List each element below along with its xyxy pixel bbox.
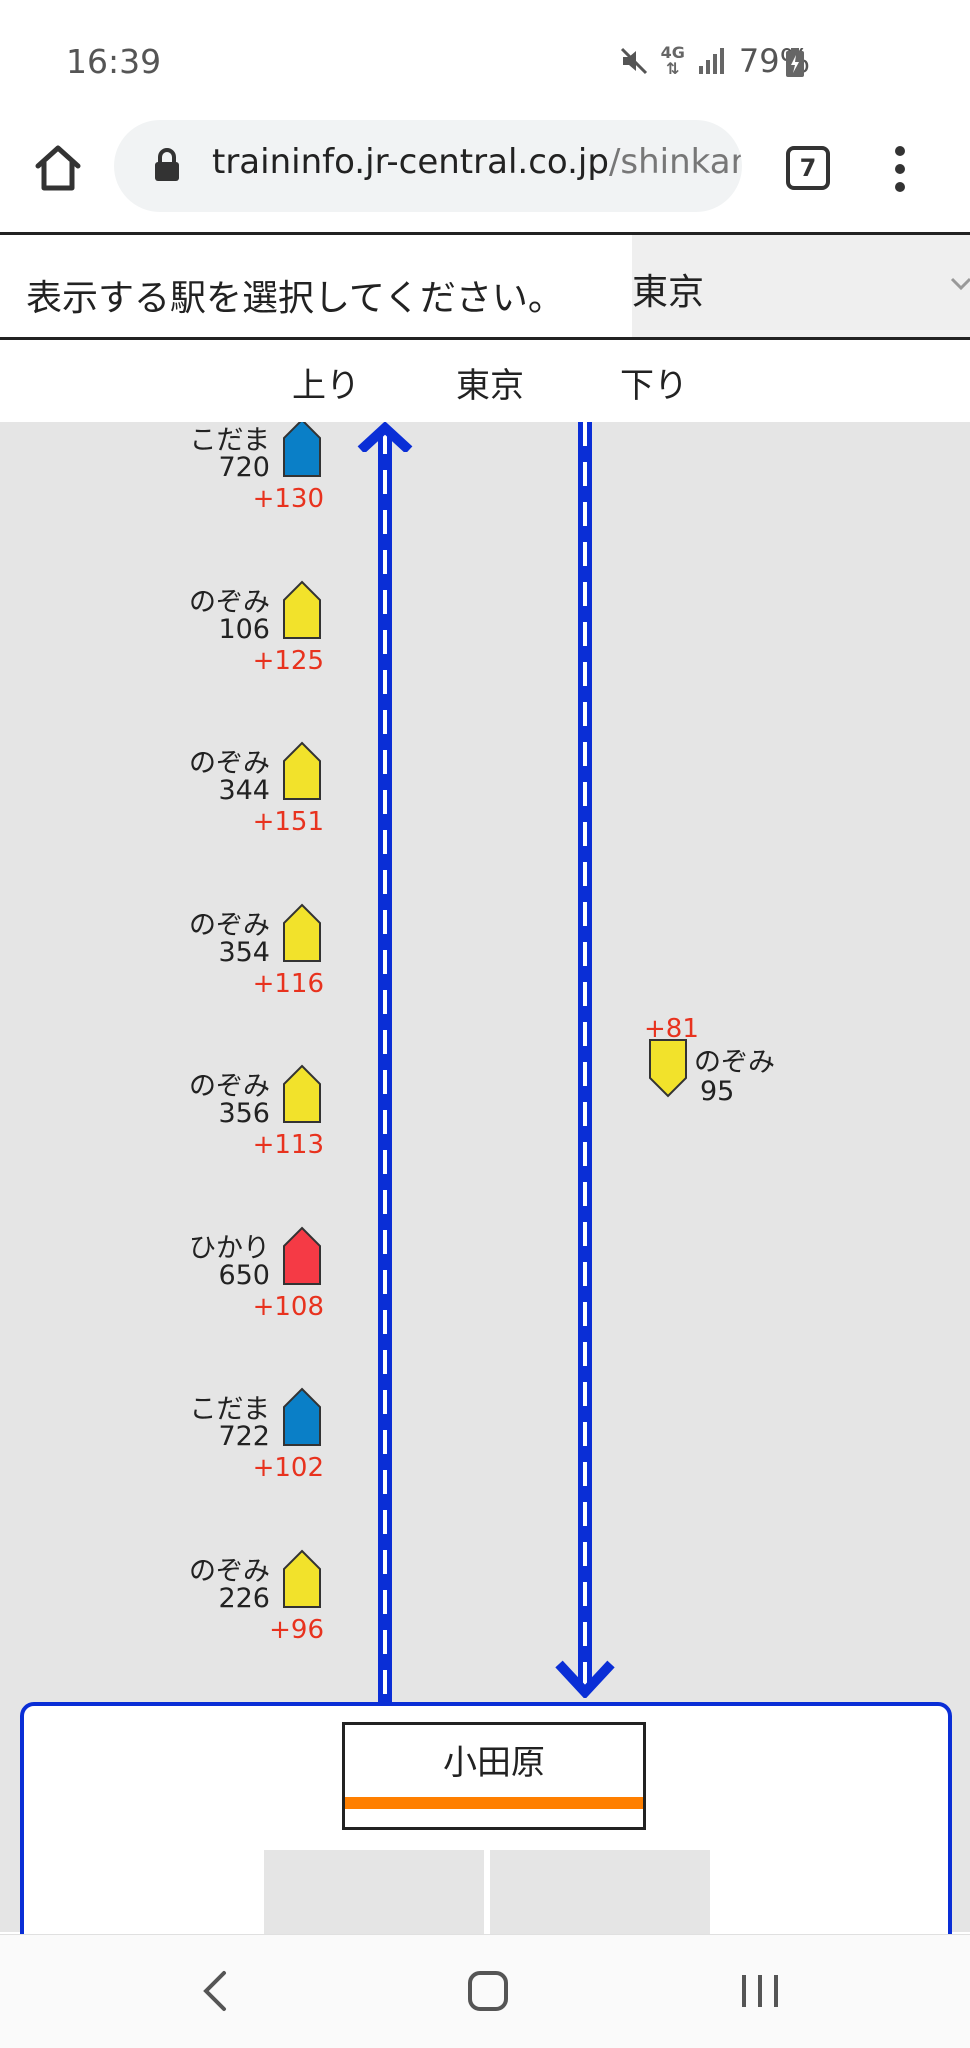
- signal-icon: [698, 48, 724, 74]
- station-select-row: 表示する駅を選択してください。 東京: [0, 232, 970, 340]
- nozomi-train-icon: [283, 741, 321, 800]
- recents-icon[interactable]: [730, 1961, 790, 2021]
- network-4g-icon: 4G ⇅: [660, 43, 685, 78]
- battery-charging-icon: [786, 48, 804, 77]
- home-icon[interactable]: [30, 140, 86, 196]
- train-marker-up[interactable]: こだま 722 +102: [184, 1387, 324, 1483]
- nozomi-train-icon: [283, 1064, 321, 1123]
- address-bar[interactable]: traininfo.jr-central.co.jp/shinkanse: [114, 120, 742, 212]
- train-number: 354: [218, 936, 270, 968]
- chevron-down-icon: [950, 277, 970, 291]
- nozomi-train-icon: [649, 1039, 687, 1098]
- train-delay: +125: [252, 645, 324, 676]
- train-marker-up[interactable]: ひかり 650 +108: [184, 1226, 324, 1322]
- home-nav-icon[interactable]: [458, 1961, 518, 2021]
- train-marker-up[interactable]: のぞみ 354 +116: [184, 903, 324, 999]
- train-delay: +116: [252, 968, 324, 999]
- train-number: 95: [700, 1076, 735, 1107]
- direction-header: 上り 東京 下り: [0, 340, 970, 422]
- kodama-train-icon: [283, 1387, 321, 1446]
- more-vert-icon[interactable]: [886, 144, 914, 194]
- up-arrow-icon: [357, 422, 413, 452]
- nozomi-train-icon: [283, 580, 321, 639]
- android-nav-bar: [0, 1934, 970, 2048]
- status-time: 16:39: [66, 42, 162, 81]
- train-marker-up[interactable]: こだま 720 +130: [184, 422, 324, 514]
- train-delay: +108: [252, 1291, 324, 1322]
- status-bar: 16:39 4G ⇅ 79%: [0, 0, 970, 120]
- train-delay: +96: [269, 1614, 324, 1645]
- train-delay: +130: [252, 484, 324, 514]
- direction-down-label: 下り: [620, 366, 688, 406]
- current-station-label: 東京: [456, 366, 524, 406]
- train-marker-up[interactable]: のぞみ 226 +96: [184, 1549, 324, 1645]
- train-number: 226: [218, 1582, 270, 1614]
- train-marker-up[interactable]: のぞみ 106 +125: [184, 580, 324, 676]
- train-delay: +113: [252, 1130, 324, 1160]
- lock-icon: [155, 148, 179, 181]
- kodama-train-icon: [283, 422, 321, 477]
- browser-toolbar: traininfo.jr-central.co.jp/shinkanse 7: [0, 120, 970, 232]
- url-path: /shinkanse: [608, 142, 742, 182]
- train-number: 722: [218, 1421, 270, 1452]
- tabs-icon[interactable]: 7: [786, 146, 830, 190]
- url-domain: traininfo.jr-central.co.jp: [212, 142, 609, 182]
- train-number: 106: [218, 613, 270, 645]
- url-text: traininfo.jr-central.co.jp/shinkanse: [212, 142, 742, 182]
- back-icon[interactable]: [186, 1961, 246, 2021]
- hikari-train-icon: [283, 1226, 321, 1285]
- select-prompt: 表示する駅を選択してください。: [26, 278, 564, 319]
- train-delay: +102: [252, 1453, 324, 1483]
- down-track: [578, 422, 592, 1684]
- train-marker-down[interactable]: +81 のぞみ 95: [644, 1014, 804, 1114]
- train-name: のぞみ: [694, 1047, 775, 1078]
- mute-icon: [620, 47, 647, 75]
- nozomi-train-icon: [283, 903, 321, 962]
- train-marker-up[interactable]: のぞみ 356 +113: [184, 1064, 324, 1160]
- nozomi-train-icon: [283, 1549, 321, 1608]
- station-line-bar: [345, 1797, 643, 1809]
- station-select-value: 東京: [632, 272, 705, 313]
- station-name: 小田原: [443, 1743, 545, 1783]
- direction-up-label: 上り: [292, 366, 360, 406]
- status-icons: 4G ⇅ 79%: [619, 42, 810, 80]
- train-number: 356: [218, 1098, 270, 1129]
- train-delay: +151: [252, 807, 324, 837]
- station-name-box[interactable]: 小田原: [342, 1722, 646, 1830]
- train-marker-up[interactable]: のぞみ 344 +151: [184, 741, 324, 837]
- station-select[interactable]: 東京: [632, 235, 970, 337]
- down-arrow-icon: [555, 1660, 615, 1698]
- train-number: 344: [218, 775, 270, 806]
- train-number: 650: [218, 1259, 270, 1291]
- train-number: 720: [218, 452, 270, 483]
